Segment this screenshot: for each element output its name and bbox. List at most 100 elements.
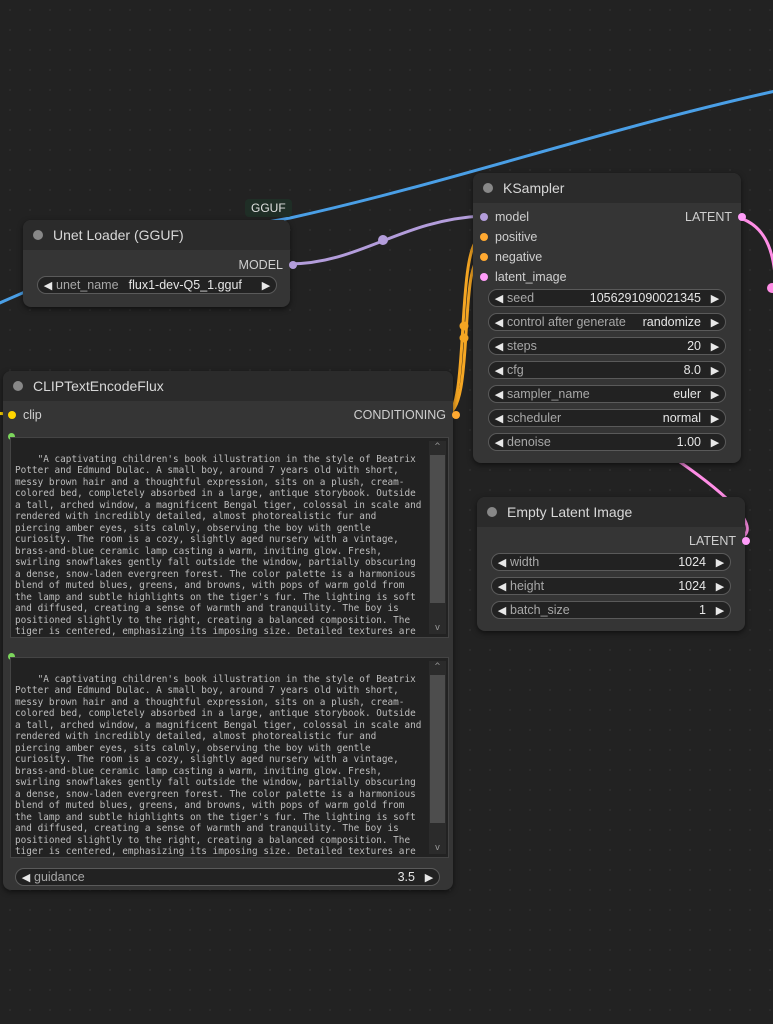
negative-input-dot[interactable] <box>480 253 488 261</box>
increment-arrow-icon[interactable]: ▶ <box>709 340 721 353</box>
latent-output-dot[interactable] <box>738 213 746 221</box>
increment-arrow-icon[interactable]: ▶ <box>714 556 726 569</box>
decrement-arrow-icon[interactable]: ◀ <box>42 279 54 292</box>
node-title: KSampler <box>503 180 565 196</box>
gguf-link-label: GGUF <box>245 199 292 217</box>
prompt-text: "A captivating children's book illustrat… <box>15 453 422 638</box>
model-input-dot[interactable] <box>480 213 488 221</box>
increment-arrow-icon[interactable]: ▶ <box>709 364 721 377</box>
latent-output-link-midpoint <box>767 283 773 293</box>
widget-value: randomize <box>642 315 701 329</box>
decrement-arrow-icon[interactable]: ◀ <box>20 871 32 884</box>
node-collapse-dot[interactable] <box>33 230 43 240</box>
guidance-widget[interactable]: ◀ guidance 3.5 ▶ <box>15 868 440 886</box>
scrollbar[interactable]: ^ v <box>429 441 446 634</box>
empty-latent-image-node[interactable]: Empty Latent Image LATENT ◀ width 1024 ▶… <box>477 497 750 631</box>
decrement-arrow-icon[interactable]: ◀ <box>496 580 508 593</box>
node-collapse-dot[interactable] <box>13 381 23 391</box>
scroll-up-icon[interactable]: ^ <box>429 441 446 453</box>
slot-label: model <box>495 210 530 224</box>
increment-arrow-icon[interactable]: ▶ <box>714 580 726 593</box>
widget-value: 20 <box>687 339 701 353</box>
clip-l-prompt-textarea[interactable]: "A captivating children's book illustrat… <box>10 437 449 638</box>
seed-widget[interactable]: ◀ seed 1056291090021345 ▶ <box>488 289 726 307</box>
increment-arrow-icon[interactable]: ▶ <box>714 604 726 617</box>
increment-arrow-icon[interactable]: ▶ <box>423 871 435 884</box>
model-input-slot[interactable]: model <box>480 209 530 225</box>
cfg-widget[interactable]: ◀ cfg 8.0 ▶ <box>488 361 726 379</box>
unet-loader-node[interactable]: Unet Loader (GGUF) MODEL ◀ unet_name flu… <box>23 220 297 307</box>
node-title-bar[interactable]: Unet Loader (GGUF) <box>23 220 290 250</box>
decrement-arrow-icon[interactable]: ◀ <box>496 556 508 569</box>
latent-output-link <box>735 215 773 271</box>
latent-image-input-slot[interactable]: latent_image <box>480 269 567 285</box>
positive-input-slot[interactable]: positive <box>480 229 537 245</box>
width-widget[interactable]: ◀ width 1024 ▶ <box>491 553 731 571</box>
latent-output-slot[interactable]: LATENT <box>685 209 746 225</box>
increment-arrow-icon[interactable]: ▶ <box>709 436 721 449</box>
control-after-generate-widget[interactable]: ◀ control after generate randomize ▶ <box>488 313 726 331</box>
widget-value: 1024 <box>678 579 706 593</box>
decrement-arrow-icon[interactable]: ◀ <box>493 340 505 353</box>
conditioning-output-slot[interactable]: CONDITIONING <box>354 407 460 423</box>
model-output-slot[interactable]: MODEL <box>239 257 297 273</box>
node-title-bar[interactable]: Empty Latent Image <box>477 497 745 527</box>
model-output-dot[interactable] <box>289 261 297 269</box>
node-title-bar[interactable]: KSampler <box>473 173 741 203</box>
conditioning-output-dot[interactable] <box>452 411 460 419</box>
latent-image-input-dot[interactable] <box>480 273 488 281</box>
node-collapse-dot[interactable] <box>487 507 497 517</box>
widget-value: 1056291090021345 <box>589 291 701 305</box>
increment-arrow-icon[interactable]: ▶ <box>709 388 721 401</box>
widget-value: 1 <box>699 603 706 617</box>
slot-label: clip <box>23 408 42 422</box>
widget-value: euler <box>673 387 701 401</box>
increment-arrow-icon[interactable]: ▶ <box>260 279 272 292</box>
node-collapse-dot[interactable] <box>483 183 493 193</box>
increment-arrow-icon[interactable]: ▶ <box>709 292 721 305</box>
widget-label: cfg <box>507 363 524 377</box>
ksampler-node[interactable]: KSampler model positive negative latent_… <box>473 173 746 463</box>
sampler-name-widget[interactable]: ◀ sampler_name euler ▶ <box>488 385 726 403</box>
latent-output-slot[interactable]: LATENT <box>689 533 750 549</box>
node-title-bar[interactable]: CLIPTextEncodeFlux <box>3 371 453 401</box>
clip-input-dot[interactable] <box>8 411 16 419</box>
t5xxl-prompt-textarea[interactable]: "A captivating children's book illustrat… <box>10 657 449 858</box>
positive-input-dot[interactable] <box>480 233 488 241</box>
increment-arrow-icon[interactable]: ▶ <box>709 316 721 329</box>
widget-value: flux1-dev-Q5_1.gguf <box>128 278 242 292</box>
widget-label: sampler_name <box>507 387 590 401</box>
widget-label: control after generate <box>507 315 626 329</box>
scroll-up-icon[interactable]: ^ <box>429 661 446 673</box>
decrement-arrow-icon[interactable]: ◀ <box>496 604 508 617</box>
slot-label: latent_image <box>495 270 567 284</box>
denoise-widget[interactable]: ◀ denoise 1.00 ▶ <box>488 433 726 451</box>
widget-label: steps <box>507 339 537 353</box>
increment-arrow-icon[interactable]: ▶ <box>709 412 721 425</box>
scroll-down-icon[interactable]: v <box>429 842 446 854</box>
latent-output-dot[interactable] <box>742 537 750 545</box>
height-widget[interactable]: ◀ height 1024 ▶ <box>491 577 731 595</box>
clip-input-slot[interactable]: clip <box>8 407 42 423</box>
widget-label: denoise <box>507 435 551 449</box>
scrollbar[interactable]: ^ v <box>429 661 446 854</box>
widget-value: normal <box>662 411 701 425</box>
decrement-arrow-icon[interactable]: ◀ <box>493 316 505 329</box>
decrement-arrow-icon[interactable]: ◀ <box>493 292 505 305</box>
widget-value: 3.5 <box>397 870 415 884</box>
clip-text-encode-flux-node[interactable]: CLIPTextEncodeFlux clip CONDITIONING "A … <box>3 371 460 890</box>
decrement-arrow-icon[interactable]: ◀ <box>493 364 505 377</box>
batch-size-widget[interactable]: ◀ batch_size 1 ▶ <box>491 601 731 619</box>
conditioning-link-midpoint <box>459 321 469 331</box>
decrement-arrow-icon[interactable]: ◀ <box>493 436 505 449</box>
unet-name-widget[interactable]: ◀ unet_name flux1-dev-Q5_1.gguf ▶ <box>37 276 277 294</box>
scheduler-widget[interactable]: ◀ scheduler normal ▶ <box>488 409 726 427</box>
scroll-down-icon[interactable]: v <box>429 622 446 634</box>
decrement-arrow-icon[interactable]: ◀ <box>493 388 505 401</box>
steps-widget[interactable]: ◀ steps 20 ▶ <box>488 337 726 355</box>
decrement-arrow-icon[interactable]: ◀ <box>493 412 505 425</box>
widget-label: scheduler <box>507 411 562 425</box>
negative-input-slot[interactable]: negative <box>480 249 542 265</box>
scrollbar-thumb[interactable] <box>430 455 445 603</box>
scrollbar-thumb[interactable] <box>430 675 445 823</box>
